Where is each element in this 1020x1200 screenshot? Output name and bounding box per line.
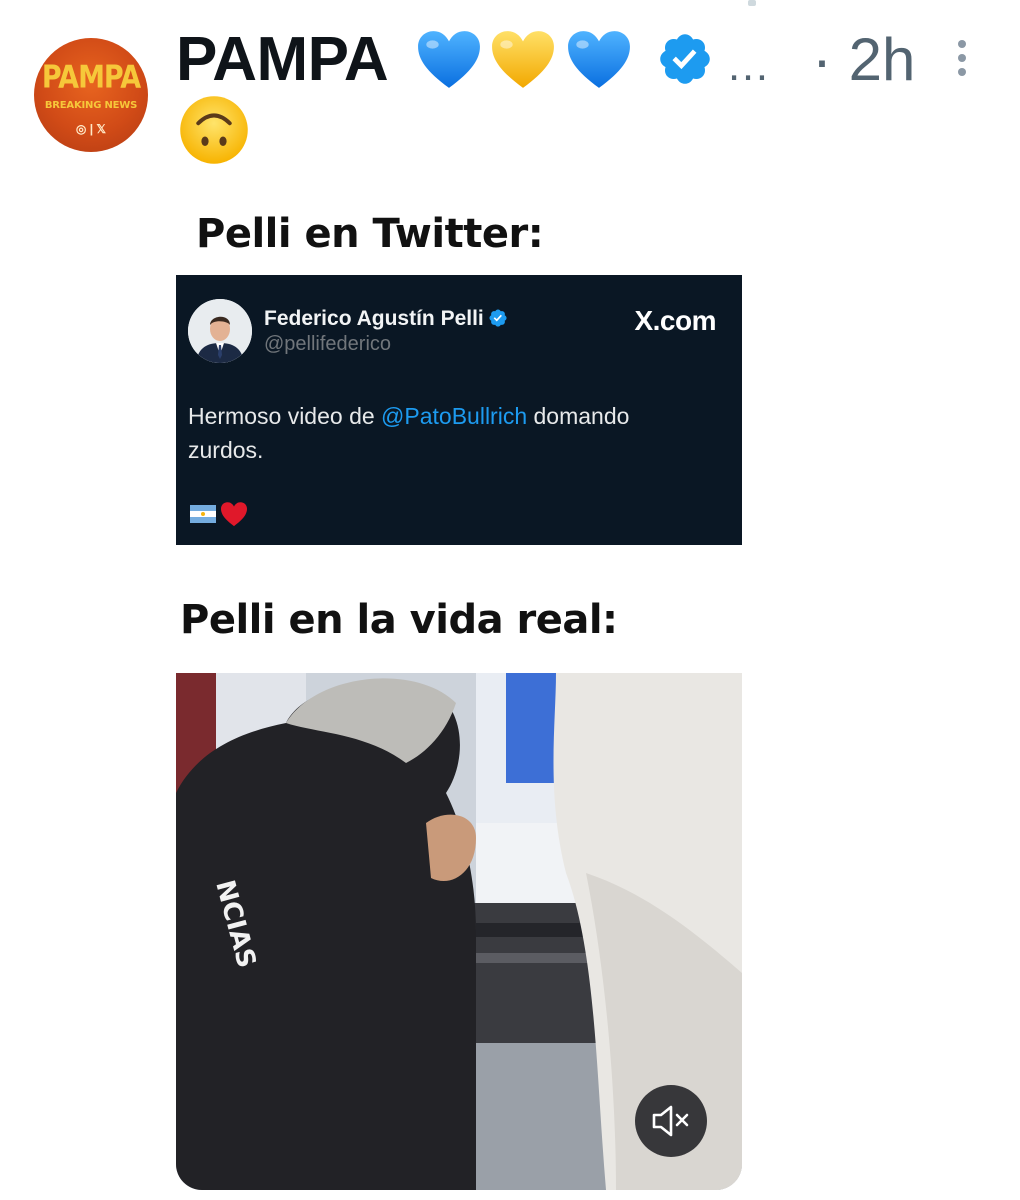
timestamp[interactable]: · 2h	[812, 24, 915, 96]
verified-badge-icon[interactable]	[656, 30, 714, 88]
name-truncation: …	[726, 41, 770, 90]
avatar-logo-icons: ◎ | 𝕏	[75, 122, 107, 136]
argentina-flag-icon	[190, 505, 216, 523]
speaker-muted-icon	[652, 1105, 689, 1137]
avatar-logo-text: PAMPA	[41, 59, 141, 96]
caption-bottom: Pelli en la vida real:	[180, 597, 618, 643]
more-options-icon[interactable]	[952, 40, 972, 82]
tweet-author-name-text: Federico Agustín Pelli	[264, 307, 484, 330]
tweet-author-name: Federico Agustín Pelli	[264, 307, 508, 331]
video-player[interactable]: NCIAS	[176, 673, 742, 1190]
embedded-tweet: Federico Agustín Pelli @pellifederico X.…	[176, 275, 742, 545]
upside-down-face-icon	[180, 96, 248, 164]
tweet-site-label: X.com	[634, 305, 716, 336]
tweet-author-avatar	[188, 299, 252, 363]
blue-heart-icon	[418, 31, 480, 88]
caption-top: Pelli en Twitter:	[196, 211, 544, 257]
tweet-text: Hermoso video de @PatoBullrich domando z…	[188, 399, 708, 467]
avatar-logo-subtitle: BREAKING NEWS	[44, 100, 138, 111]
red-heart-icon	[221, 502, 248, 527]
mute-button[interactable]	[635, 1085, 707, 1157]
tweet-mention: @PatoBullrich	[381, 403, 528, 429]
tweet-verified-icon	[489, 309, 507, 327]
tweet-emoji-row	[190, 501, 248, 527]
display-name[interactable]: PAMPA	[176, 24, 389, 96]
media-card[interactable]: Pelli en Twitter: Federico Agustín Pelli…	[176, 184, 742, 1190]
avatar[interactable]: PAMPA BREAKING NEWS ◎ | 𝕏	[34, 38, 148, 152]
tweet-author-handle: @pellifederico	[264, 333, 392, 355]
yellow-heart-icon	[492, 31, 554, 88]
blue-heart-icon	[568, 31, 630, 88]
top-divider	[748, 0, 756, 6]
tweet-text-before: Hermoso video de	[188, 403, 382, 429]
